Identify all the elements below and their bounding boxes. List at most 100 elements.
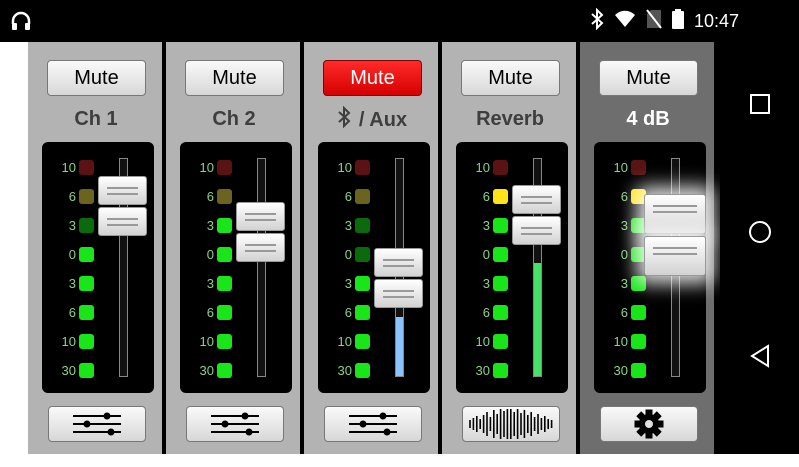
meter-led — [217, 334, 232, 349]
meter-row: 6 — [42, 189, 102, 205]
gear-button-main[interactable] — [600, 406, 698, 442]
meter-scale-label: 30 — [613, 363, 628, 378]
meter-scale-label: 6 — [344, 305, 352, 320]
meter-scale-label: 6 — [68, 305, 76, 320]
meter-led — [493, 160, 508, 175]
meter-led — [79, 305, 94, 320]
meter-row: 10 — [180, 334, 240, 350]
eq-sliders-button-ch2[interactable] — [186, 406, 284, 442]
meter-row: 0 — [180, 247, 240, 263]
meter-row: 6 — [180, 189, 240, 205]
meter-row: 30 — [594, 363, 654, 379]
eq-sliders-icon — [207, 410, 263, 438]
meter-led — [631, 334, 646, 349]
channel-label-main: 4 dB — [626, 108, 670, 130]
home-circle-icon — [748, 220, 772, 249]
meter-row: 3 — [456, 218, 516, 234]
meter-led — [217, 189, 232, 204]
meter-row: 3 — [180, 276, 240, 292]
mute-button-ch1[interactable]: Mute — [47, 60, 146, 96]
meter-row: 10 — [180, 160, 240, 176]
meter-led — [355, 160, 370, 175]
back-button[interactable] — [720, 328, 799, 388]
meter-scale-label: 10 — [475, 334, 490, 349]
eq-sliders-icon — [345, 410, 401, 438]
meter-scale-label: 6 — [206, 189, 214, 204]
fader-knob[interactable] — [236, 202, 285, 232]
fader-knob[interactable] — [512, 184, 561, 214]
meter-led — [355, 218, 370, 233]
fader-knob[interactable] — [512, 215, 561, 245]
meter-scale-label: 6 — [620, 305, 628, 320]
meter-row: 6 — [594, 305, 654, 321]
meter-led — [355, 334, 370, 349]
meter-led — [355, 305, 370, 320]
eq-sliders-button-ch1[interactable] — [48, 406, 146, 442]
meter-scale-label: 3 — [344, 218, 352, 233]
meter-scale-label: 10 — [61, 160, 76, 175]
mute-button-main[interactable]: Mute — [599, 60, 698, 96]
meter-scale-label: 10 — [475, 160, 490, 175]
meter-scale-label: 3 — [68, 218, 76, 233]
meter-row: 3 — [42, 276, 102, 292]
fader-knob[interactable] — [644, 193, 706, 234]
meter-led — [493, 218, 508, 233]
meter-row: 10 — [594, 334, 654, 350]
meter-led — [217, 305, 232, 320]
meter-led — [79, 160, 94, 175]
meter-row: 30 — [180, 363, 240, 379]
meter-scale-label: 10 — [199, 160, 214, 175]
meter-led — [493, 276, 508, 291]
meter-led — [493, 334, 508, 349]
meter-led — [631, 363, 646, 378]
signal-level-fill — [396, 317, 403, 376]
fader-knob[interactable] — [374, 279, 423, 309]
channel-label-text: / Aux — [358, 108, 408, 131]
meter-row: 10 — [594, 160, 654, 176]
waveform-button-reverb[interactable] — [462, 406, 560, 442]
fader-knob[interactable] — [236, 233, 285, 263]
level-meter-ch2: 10 6 3 0 3 6 10 30 — [180, 142, 292, 393]
fader-knob[interactable] — [374, 248, 423, 278]
meter-scale-label: 3 — [482, 276, 490, 291]
meter-led — [493, 305, 508, 320]
meter-row: 6 — [180, 305, 240, 321]
meter-scale-label: 6 — [206, 305, 214, 320]
meter-row: 6 — [318, 189, 378, 205]
mute-button-reverb[interactable]: Mute — [461, 60, 560, 96]
meter-led — [79, 218, 94, 233]
meter-scale-label: 30 — [475, 363, 490, 378]
fader-track[interactable] — [257, 158, 266, 377]
meter-scale-label: 6 — [68, 189, 76, 204]
meter-scale-label: 3 — [620, 218, 628, 233]
meter-led — [79, 189, 94, 204]
footer-strip — [0, 454, 799, 467]
meter-led — [355, 276, 370, 291]
meter-led — [355, 247, 370, 262]
meter-led — [79, 334, 94, 349]
meter-scale-label: 3 — [68, 276, 76, 291]
meter-led — [217, 276, 232, 291]
recents-button[interactable] — [720, 76, 799, 136]
recents-square-icon — [749, 93, 771, 120]
meter-row: 3 — [42, 218, 102, 234]
fader-knob[interactable] — [98, 176, 147, 206]
meter-row: 10 — [318, 160, 378, 176]
bluetooth-icon — [337, 105, 351, 134]
home-button[interactable] — [720, 204, 799, 264]
mute-button-ch2[interactable]: Mute — [185, 60, 284, 96]
meter-row: 30 — [42, 363, 102, 379]
eq-sliders-button-aux[interactable] — [324, 406, 422, 442]
meter-led — [217, 247, 232, 262]
meter-row: 0 — [318, 247, 378, 263]
meter-led — [631, 160, 646, 175]
meter-led — [355, 363, 370, 378]
channel-strip-main: Mute 4 dB 10 6 3 0 3 6 10 30 — [580, 42, 716, 454]
fader-knob[interactable] — [98, 207, 147, 237]
meter-scale-label: 30 — [61, 363, 76, 378]
level-meter-main: 10 6 3 0 3 6 10 30 — [594, 142, 706, 393]
fader-knob[interactable] — [644, 235, 706, 276]
mute-button-aux[interactable]: Mute — [323, 60, 422, 96]
meter-row: 3 — [456, 276, 516, 292]
signal-level-fill — [534, 263, 541, 376]
